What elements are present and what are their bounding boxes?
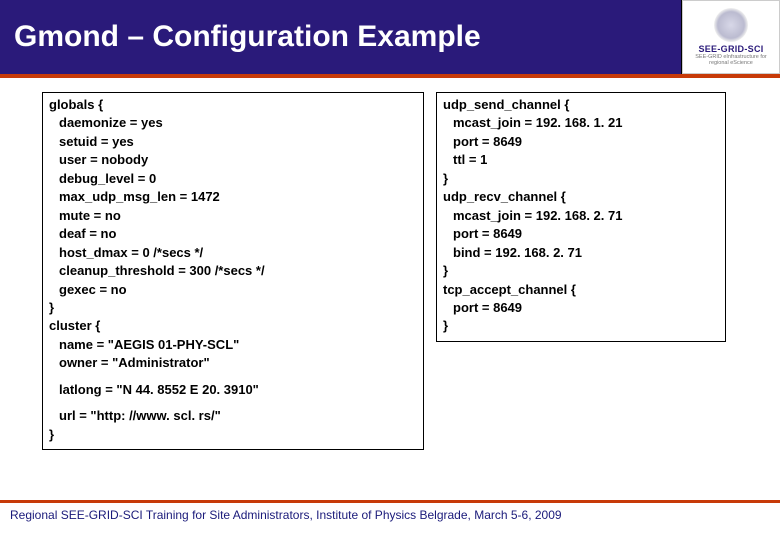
cfg-line: } bbox=[443, 262, 719, 280]
footer: Regional SEE-GRID-SCI Training for Site … bbox=[0, 500, 780, 522]
cfg-line: udp_send_channel { bbox=[443, 96, 719, 114]
cfg-line: cleanup_threshold = 300 /*secs */ bbox=[49, 262, 417, 280]
cfg-line: latlong = "N 44. 8552 E 20. 3910" bbox=[49, 381, 417, 399]
logo-icon bbox=[714, 8, 748, 42]
logo-subtext: SEE-GRID eInfrastructure for regional eS… bbox=[685, 55, 777, 66]
cfg-line: bind = 192. 168. 2. 71 bbox=[443, 244, 719, 262]
cfg-line: port = 8649 bbox=[443, 133, 719, 151]
cfg-line: mcast_join = 192. 168. 1. 21 bbox=[443, 114, 719, 132]
cfg-line: mcast_join = 192. 168. 2. 71 bbox=[443, 207, 719, 225]
cfg-line: setuid = yes bbox=[49, 133, 417, 151]
content-area: globals { daemonize = yes setuid = yes u… bbox=[0, 78, 780, 450]
cfg-line: globals { bbox=[49, 96, 417, 114]
cfg-line: name = "AEGIS 01-PHY-SCL" bbox=[49, 336, 417, 354]
cfg-line: ttl = 1 bbox=[443, 151, 719, 169]
logo-text: SEE-GRID-SCI bbox=[698, 44, 763, 54]
cfg-line: max_udp_msg_len = 1472 bbox=[49, 188, 417, 206]
cfg-line: } bbox=[49, 426, 417, 444]
cfg-line: cluster { bbox=[49, 317, 417, 335]
logo-area: SEE-GRID-SCI SEE-GRID eInfrastructure fo… bbox=[682, 0, 780, 74]
cfg-line: owner = "Administrator" bbox=[49, 354, 417, 372]
cfg-line: tcp_accept_channel { bbox=[443, 281, 719, 299]
cfg-line: udp_recv_channel { bbox=[443, 188, 719, 206]
config-left-block: globals { daemonize = yes setuid = yes u… bbox=[42, 92, 424, 450]
slide-title: Gmond – Configuration Example bbox=[0, 0, 682, 74]
cfg-line: daemonize = yes bbox=[49, 114, 417, 132]
config-right-block: udp_send_channel { mcast_join = 192. 168… bbox=[436, 92, 726, 342]
header: Gmond – Configuration Example SEE-GRID-S… bbox=[0, 0, 780, 78]
cfg-line: debug_level = 0 bbox=[49, 170, 417, 188]
cfg-line: port = 8649 bbox=[443, 299, 719, 317]
cfg-line: } bbox=[443, 317, 719, 335]
cfg-line: gexec = no bbox=[49, 281, 417, 299]
cfg-line: user = nobody bbox=[49, 151, 417, 169]
cfg-line: port = 8649 bbox=[443, 225, 719, 243]
cfg-line: } bbox=[49, 299, 417, 317]
cfg-line: deaf = no bbox=[49, 225, 417, 243]
footer-text: Regional SEE-GRID-SCI Training for Site … bbox=[10, 508, 562, 522]
cfg-line: } bbox=[443, 170, 719, 188]
cfg-line: mute = no bbox=[49, 207, 417, 225]
cfg-line: url = "http: //www. scl. rs/" bbox=[49, 407, 417, 425]
cfg-line: host_dmax = 0 /*secs */ bbox=[49, 244, 417, 262]
